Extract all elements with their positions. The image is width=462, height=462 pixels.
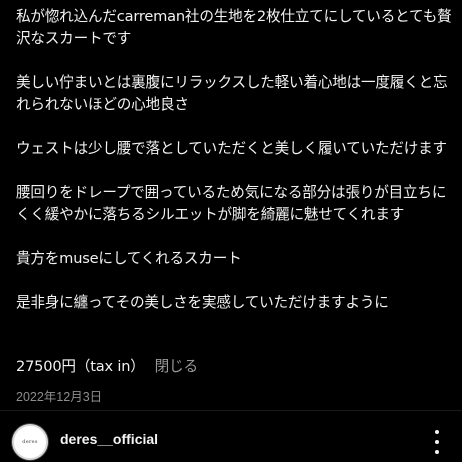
caption-paragraph: 私が惚れ込んだcarreman社の生地を2枚仕立てにしているとても贅沢なスカート… (16, 8, 452, 47)
caption-paragraph: 貴方をmuseにしてくれるスカート (16, 250, 242, 267)
post-caption: 私が惚れ込んだcarreman社の生地を2枚仕立てにしているとても贅沢なスカート… (16, 6, 452, 314)
divider (0, 410, 462, 411)
price-text: 27500円（tax in） (16, 358, 145, 375)
caption-paragraph: ウェストは少し腰で落としていただくと美しく履いていただけます (16, 140, 447, 157)
caption-paragraph: 腰回りをドレープで囲っているため気になる部分は張りが目立ちにくく緩やかに落ちるシ… (16, 184, 447, 223)
price-row: 27500円（tax in） 閉じる (16, 356, 198, 378)
avatar[interactable]: deres (12, 424, 48, 460)
more-icon (435, 450, 439, 454)
more-options-button[interactable] (426, 428, 448, 456)
close-caption-link[interactable]: 閉じる (155, 358, 198, 375)
avatar-logo: deres (22, 439, 38, 445)
more-icon (435, 430, 439, 434)
caption-paragraph: 是非身に纏ってその美しさを実感していただけますように (16, 294, 389, 311)
post-date: 2022年12月3日 (16, 390, 103, 404)
account-row: deres deres__official (0, 420, 462, 462)
username-link[interactable]: deres__official (60, 431, 158, 447)
more-icon (435, 440, 439, 444)
caption-paragraph: 美しい佇まいとは裏腹にリラックスした軽い着心地は一度履くと忘れられないほどの心地… (16, 74, 448, 113)
